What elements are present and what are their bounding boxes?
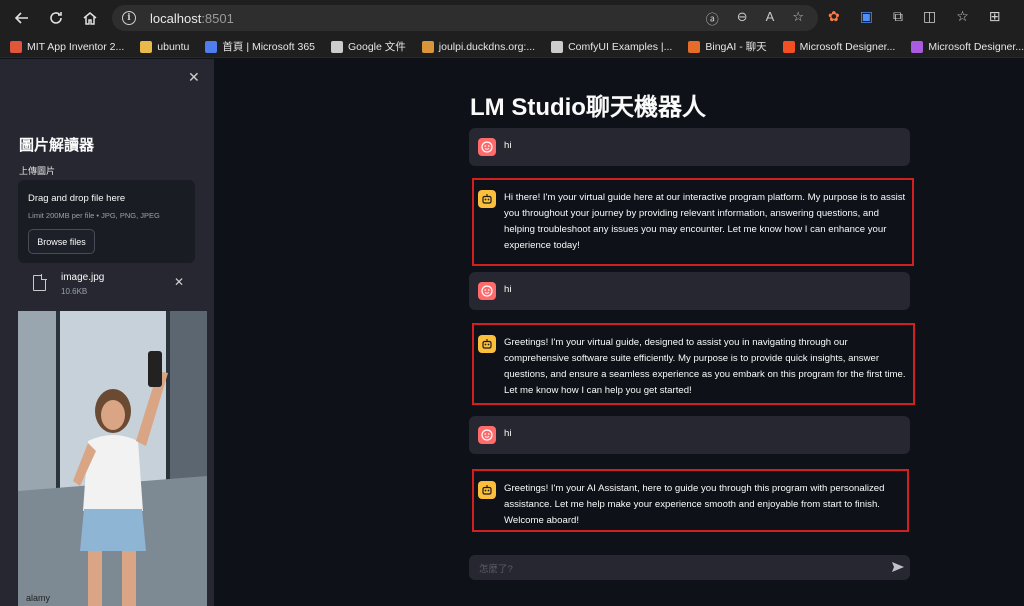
chat-input-placeholder: 怎麼了? — [479, 564, 513, 575]
bookmark-item[interactable]: BingAI - 聊天 — [688, 39, 767, 54]
highlight-box — [472, 178, 914, 266]
bookmark-item[interactable]: Microsoft Designer... — [782, 40, 896, 53]
bookmark-item[interactable]: ComfyUI Examples |... — [551, 40, 673, 53]
sidebar-title: 圖片解讀器 — [19, 137, 95, 154]
bookmark-label: ComfyUI Examples |... — [568, 40, 673, 53]
bookmark-favicon-icon — [421, 40, 434, 53]
file-name: image.jpg — [61, 272, 105, 283]
bookmark-item[interactable]: Google 文件 — [331, 39, 406, 54]
bookmark-favicon-icon — [331, 40, 343, 53]
page-title: LM Studio聊天機器人 — [470, 94, 706, 121]
bookmark-favicon-icon — [205, 40, 218, 53]
bookmark-favicon-icon — [688, 40, 701, 53]
reload-icon[interactable] — [42, 4, 70, 32]
read-aloud-icon[interactable]: A — [766, 9, 775, 28]
bookmark-label: joulpi.duckdns.org:... — [438, 40, 536, 53]
favorite-star-icon[interactable]: ☆ — [792, 9, 804, 28]
bookmark-label: 首頁 | Microsoft 365 — [222, 41, 315, 53]
user-avatar-icon — [478, 282, 496, 300]
bookmark-label: Microsoft Designer... — [799, 40, 896, 53]
highlight-box — [472, 323, 915, 405]
message-text: hi — [504, 428, 512, 439]
chat-message-user: hi — [469, 128, 910, 166]
bookmark-item[interactable]: ubuntu — [140, 40, 190, 53]
browser-toolbar: i localhost:8501 ⓐ ⊖ A ☆ ✿ ▣ ⧉ ◫ ☆ ⊞ — [0, 0, 1024, 36]
home-icon[interactable] — [76, 4, 104, 32]
upload-label: 上傳圖片 — [19, 166, 56, 176]
highlight-box — [472, 469, 909, 532]
address-bar[interactable]: i localhost:8501 ⓐ ⊖ A ☆ — [112, 5, 818, 31]
bookmark-item[interactable]: Microsoft Designer... — [911, 40, 1024, 53]
uploaded-image-preview: alamy — [18, 311, 207, 606]
browse-files-button[interactable]: Browse files — [28, 229, 95, 254]
bookmark-label: Microsoft Designer... — [928, 40, 1024, 53]
bookmark-item[interactable]: joulpi.duckdns.org:... — [421, 40, 536, 53]
bookmarks-bar: MIT App Inventor 2... ubuntu 首頁 | Microsof… — [0, 36, 1024, 58]
bookmark-item[interactable]: MIT App Inventor 2... — [10, 40, 125, 53]
bookmark-item[interactable]: 首頁 | Microsoft 365 — [205, 39, 315, 54]
bookmark-label: Google 文件 — [348, 41, 406, 53]
file-icon — [33, 274, 47, 291]
remove-file-icon[interactable]: ✕ — [174, 275, 184, 289]
chat-input[interactable]: 怎麼了? — [469, 555, 910, 580]
zoom-icon[interactable]: ⊖ — [737, 9, 748, 28]
bookmark-label: MIT App Inventor 2... — [27, 40, 125, 53]
translator-extension-icon[interactable]: ▣ — [860, 8, 873, 25]
bookmark-favicon-icon — [140, 40, 153, 53]
message-text: hi — [504, 140, 512, 151]
collections-icon[interactable]: ⊞ — [989, 8, 1001, 25]
chat-message-user: hi — [469, 416, 910, 454]
file-dropzone[interactable]: Drag and drop file here Limit 200MB per … — [18, 180, 195, 263]
user-avatar-icon — [478, 138, 496, 156]
site-info-icon[interactable]: i — [122, 11, 136, 25]
translate-icon[interactable]: ⓐ — [706, 9, 719, 28]
message-text: hi — [504, 284, 512, 295]
back-arrow-icon[interactable] — [8, 4, 36, 32]
sidebar-close-icon[interactable]: ✕ — [188, 69, 200, 86]
bookmark-favicon-icon — [10, 40, 22, 53]
bookmark-label: ubuntu — [157, 40, 190, 53]
sidebar: ✕ 圖片解讀器 上傳圖片 Drag and drop file here Lim… — [0, 59, 214, 606]
user-avatar-icon — [478, 426, 496, 444]
chat-message-user: hi — [469, 272, 910, 310]
split-screen-icon[interactable]: ◫ — [923, 8, 936, 25]
bookmark-favicon-icon — [911, 40, 924, 53]
dropzone-limit: Limit 200MB per file • JPG, PNG, JPEG — [28, 211, 160, 220]
url-text: localhost:8501 — [150, 10, 234, 26]
file-size: 10.6KB — [61, 287, 88, 296]
extensions-puzzle-icon[interactable]: ⧉ — [893, 8, 903, 25]
favorites-icon[interactable]: ☆ — [956, 8, 969, 25]
bookmark-favicon-icon — [782, 40, 795, 53]
extension-icon[interactable]: ✿ — [828, 8, 840, 25]
svg-text:alamy: alamy — [26, 593, 51, 603]
bookmark-label: BingAI - 聊天 — [705, 41, 767, 53]
uploaded-file: image.jpg 10.6KB ✕ — [18, 270, 195, 300]
main-content: LM Studio聊天機器人 hi Hi there! I'm your vir… — [214, 59, 1024, 606]
dropzone-title: Drag and drop file here — [28, 193, 126, 204]
send-icon[interactable] — [891, 560, 905, 574]
bookmark-favicon-icon — [551, 40, 564, 53]
